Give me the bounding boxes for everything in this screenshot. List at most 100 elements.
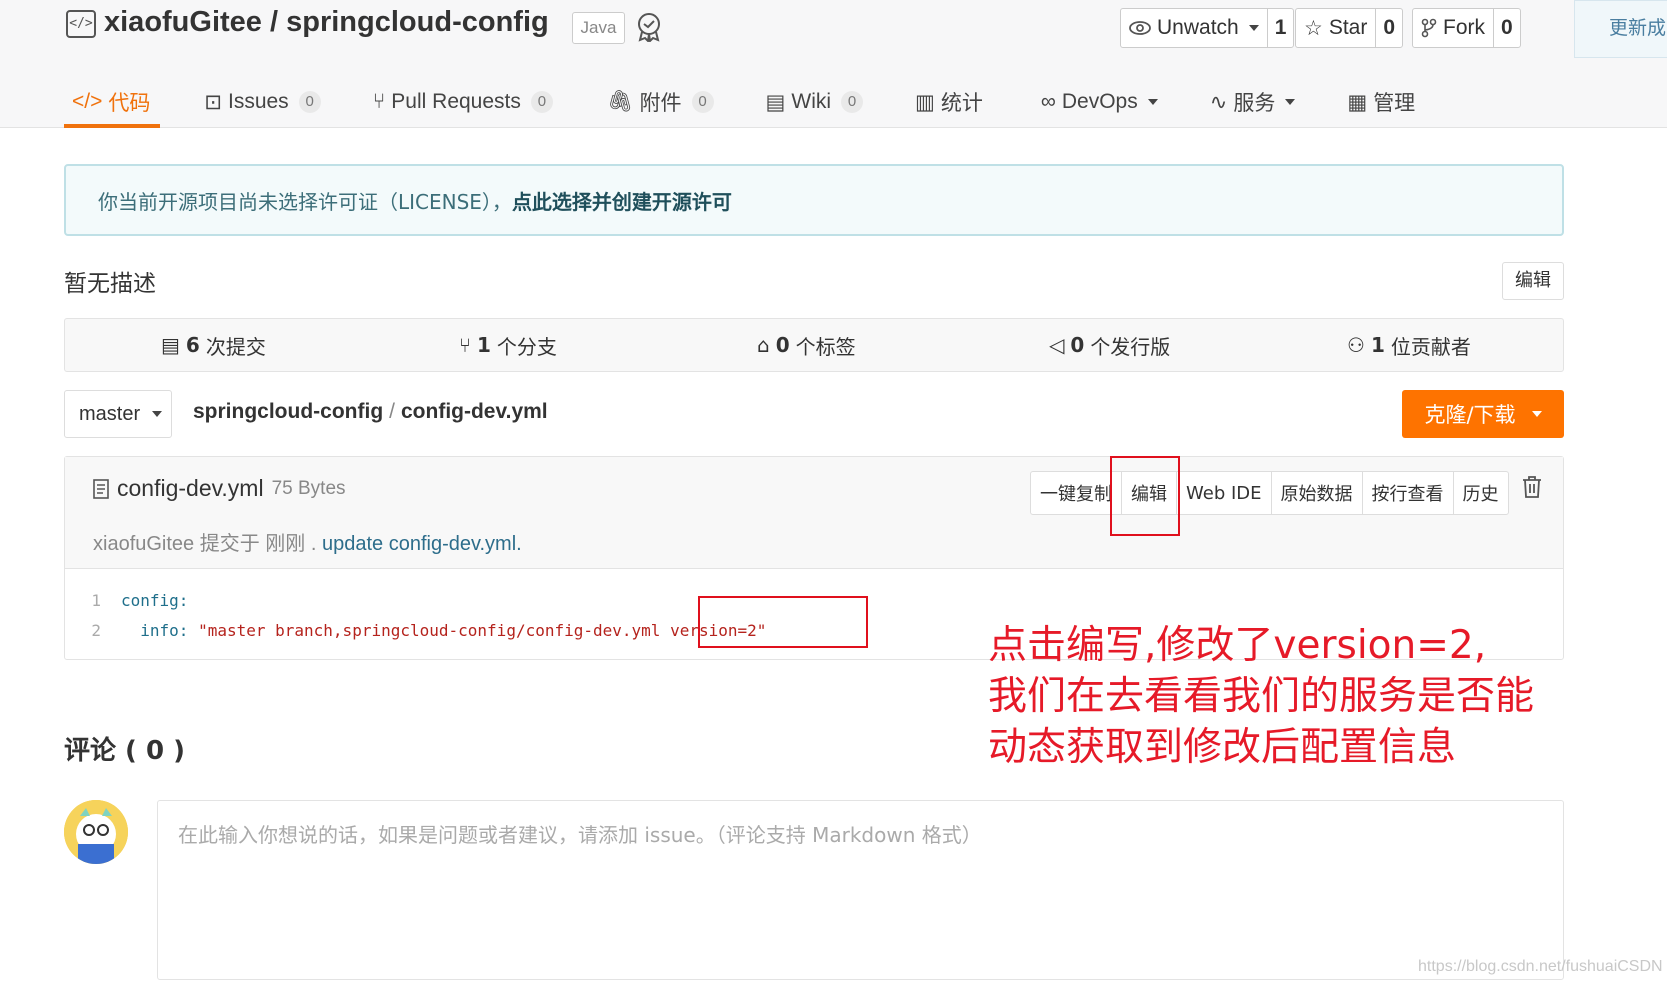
copy-button[interactable]: 一键复制 xyxy=(1031,472,1122,514)
chevron-down-icon xyxy=(1248,25,1259,31)
code-icon: </> xyxy=(72,90,103,113)
breadcrumb: springcloud-config / config-dev.yml xyxy=(193,400,548,424)
stat-releases[interactable]: ◁ 0 个发行版 xyxy=(1049,319,1170,371)
file-name-row: config-dev.yml 75 Bytes xyxy=(93,475,346,502)
tag-icon: ⌂ xyxy=(757,333,770,357)
file-header: config-dev.yml 75 Bytes xiaofuGitee 提交于 … xyxy=(65,457,1563,569)
stat-commits[interactable]: ▤ 6 次提交 xyxy=(161,319,266,371)
watch-button-group[interactable]: Unwatch 1 xyxy=(1120,8,1295,48)
repo-name-link[interactable]: springcloud-config xyxy=(286,6,549,38)
infinity-icon: ∞ xyxy=(1040,90,1056,113)
annotation-line: 我们在去看看我们的服务是否能 xyxy=(988,674,1535,719)
license-banner: 你当前开源项目尚未选择许可证（LICENSE）， 点此选择并创建开源许可 xyxy=(64,164,1564,236)
version-highlight-box xyxy=(698,596,868,648)
branch-icon: ⑂ xyxy=(459,333,471,357)
tab-services-label: 服务 xyxy=(1233,92,1276,115)
repo-description: 暂无描述 xyxy=(64,271,156,297)
repo-stats-bar: ▤ 6 次提交 ⑂ 1 个分支 ⌂ 0 个标签 ◁ 0 个发行版 ⚇ 1 位贡献… xyxy=(64,318,1564,372)
tab-code[interactable]: </> 代码 xyxy=(64,76,161,128)
fork-button[interactable]: Fork xyxy=(1413,9,1494,47)
branches-label: 个分支 xyxy=(496,334,557,359)
fork-button-group[interactable]: Fork 0 xyxy=(1412,8,1521,48)
contributors-label: 位贡献者 xyxy=(1390,334,1471,359)
repo-title: xiaofuGitee / springcloud-config xyxy=(104,6,549,39)
book-icon: ▤ xyxy=(765,90,786,114)
tab-devops[interactable]: ∞ DevOps xyxy=(1041,76,1158,128)
star-button[interactable]: ☆ Star xyxy=(1296,9,1377,47)
settings-doc-icon: ▦ xyxy=(1347,90,1368,114)
commits-count: 6 xyxy=(185,333,200,357)
repo-title-separator: / xyxy=(270,6,279,38)
fork-count[interactable]: 0 xyxy=(1494,9,1520,47)
stat-contributors[interactable]: ⚇ 1 位贡献者 xyxy=(1347,319,1471,371)
file-name: config-dev.yml xyxy=(117,475,264,501)
tab-wiki[interactable]: ▤ Wiki 0 xyxy=(766,76,864,128)
language-badge[interactable]: Java xyxy=(572,12,625,44)
license-banner-text: 你当前开源项目尚未选择许可证（LICENSE）， xyxy=(98,189,512,214)
repo-nav-tabs: </> 代码 ⊡ Issues 0 ⑂ Pull Requests 0 🖇 附件… xyxy=(64,76,1415,128)
raw-button[interactable]: 原始数据 xyxy=(1272,472,1363,514)
edit-description-button[interactable]: 编辑 xyxy=(1502,262,1564,300)
tab-pulls-count: 0 xyxy=(530,91,553,113)
line-number: 2 xyxy=(91,620,101,640)
update-button[interactable]: 更新成 xyxy=(1574,0,1667,58)
repo-owner-link[interactable]: xiaofuGitee xyxy=(104,6,262,38)
code-string: "master branch,springcloud-config/config… xyxy=(198,620,767,640)
tab-stats-label: 统计 xyxy=(940,92,983,115)
tab-pulls-label: Pull Requests xyxy=(391,90,521,113)
comment-placeholder: 在此输入你想说的话，如果是问题或者建议，请添加 issue。（评论支持 Mark… xyxy=(178,823,982,847)
stat-branches[interactable]: ⑂ 1 个分支 xyxy=(459,319,557,371)
tab-pull-requests[interactable]: ⑂ Pull Requests 0 xyxy=(373,76,553,128)
tab-services[interactable]: ∿ 服务 xyxy=(1210,76,1296,128)
chevron-down-icon xyxy=(1147,99,1158,105)
tab-wiki-label: Wiki xyxy=(791,90,832,113)
commits-label: 次提交 xyxy=(205,334,266,359)
star-count[interactable]: 0 xyxy=(1376,9,1402,47)
code-repo-icon: </> xyxy=(66,10,96,38)
users-icon: ⚇ xyxy=(1347,333,1365,357)
web-ide-button[interactable]: Web IDE xyxy=(1177,472,1272,514)
tab-issues-count: 0 xyxy=(298,91,321,113)
send-icon: ◁ xyxy=(1049,333,1065,357)
tab-manage-label: 管理 xyxy=(1373,92,1416,115)
tab-code-label: 代码 xyxy=(108,92,151,115)
watch-button[interactable]: Unwatch xyxy=(1121,9,1268,47)
create-license-link[interactable]: 点此选择并创建开源许可 xyxy=(512,186,732,215)
code-key: info: xyxy=(121,620,199,640)
breadcrumb-repo-link[interactable]: springcloud-config xyxy=(193,400,383,423)
trash-icon[interactable] xyxy=(1521,475,1543,499)
bar-chart-icon: ▥ xyxy=(915,90,935,114)
commit-author-time: xiaofuGitee 提交于 刚刚 . xyxy=(93,533,322,555)
comment-input[interactable]: 在此输入你想说的话，如果是问题或者建议，请添加 issue。（评论支持 Mark… xyxy=(157,800,1564,980)
watch-label: Unwatch xyxy=(1157,16,1239,39)
star-icon: ☆ xyxy=(1304,16,1323,40)
stat-tags[interactable]: ⌂ 0 个标签 xyxy=(757,319,856,371)
tab-manage[interactable]: ▦ 管理 xyxy=(1347,76,1415,128)
file-size: 75 Bytes xyxy=(271,477,346,499)
star-button-group[interactable]: ☆ Star 0 xyxy=(1295,8,1404,48)
tab-attachments-label: 附件 xyxy=(639,92,682,115)
watermark: https://blog.csdn.net/fushuaiCSDN xyxy=(1418,958,1663,975)
tab-issues-label: Issues xyxy=(227,90,289,113)
tab-attachments-count: 0 xyxy=(691,91,714,113)
comments-title: 评论 ( 0 ) xyxy=(64,736,186,766)
pulse-icon: ∿ xyxy=(1209,90,1228,114)
watch-count[interactable]: 1 xyxy=(1268,9,1294,47)
clone-download-label: 克隆/下载 xyxy=(1424,403,1516,427)
history-button[interactable]: 历史 xyxy=(1454,472,1508,514)
last-commit-info: xiaofuGitee 提交于 刚刚 . update config-dev.y… xyxy=(93,527,522,556)
tab-issues[interactable]: ⊡ Issues 0 xyxy=(204,76,321,128)
contributors-count: 1 xyxy=(1370,333,1385,357)
tab-attachments[interactable]: 🖇 附件 0 xyxy=(607,76,714,128)
commit-message-link[interactable]: update config-dev.yml. xyxy=(322,533,522,555)
blame-button[interactable]: 按行查看 xyxy=(1363,472,1454,514)
releases-label: 个发行版 xyxy=(1090,334,1171,359)
clone-download-button[interactable]: 克隆/下载 xyxy=(1402,390,1564,438)
tab-stats[interactable]: ▥ 统计 xyxy=(915,76,983,128)
paperclip-icon: 🖇 xyxy=(606,90,634,113)
annotation-line: 点击编写,修改了version=2, xyxy=(988,623,1487,668)
tab-wiki-count: 0 xyxy=(841,91,864,113)
issues-icon: ⊡ xyxy=(204,90,222,114)
line-number: 1 xyxy=(91,590,101,610)
branch-select[interactable]: master xyxy=(64,390,172,438)
